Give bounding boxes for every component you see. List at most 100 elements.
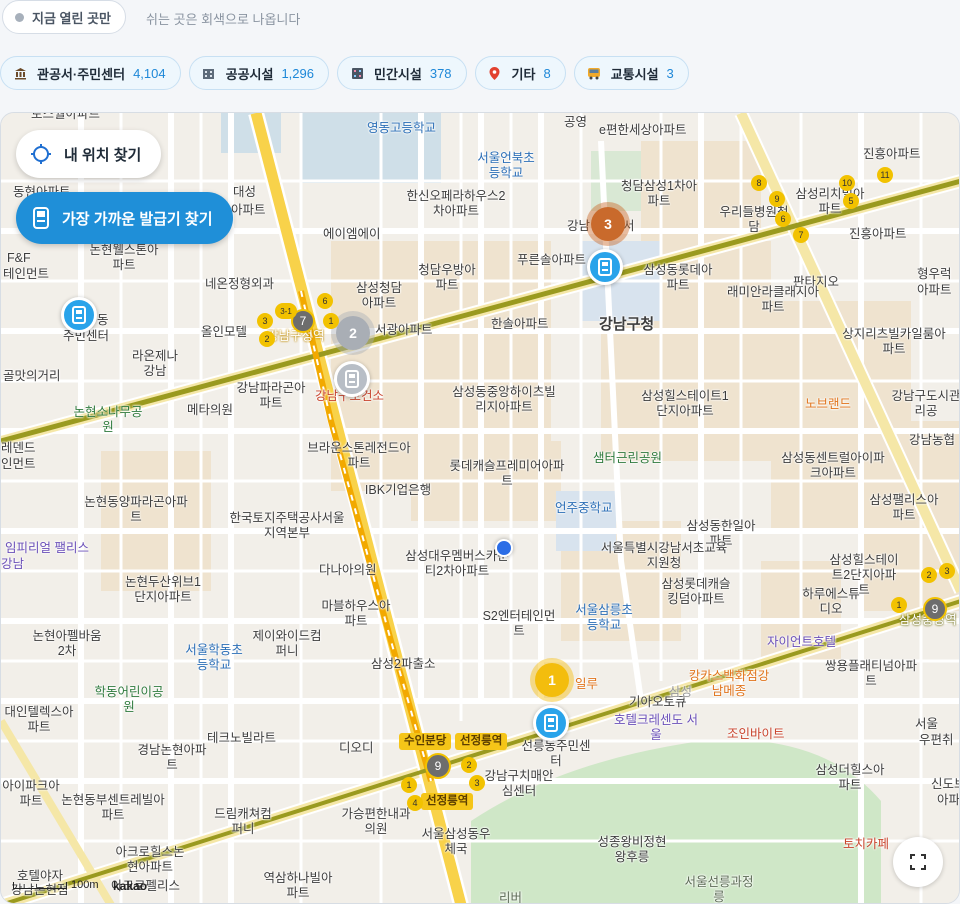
open-now-toggle[interactable]: 지금 열린 곳만 (2, 0, 126, 34)
subway-line-badge: 3 (939, 563, 955, 579)
chip-count: 1,296 (281, 65, 314, 81)
map-label: 서울특별시강남서초교육지원청 (600, 541, 728, 570)
map-label: F&F (7, 251, 31, 265)
subway-line-badge: 11 (877, 167, 893, 183)
map-label: 강남농협 (909, 433, 956, 447)
map-label: 골맛의거리 (3, 369, 61, 383)
map-label: 샘터근린공원 (593, 451, 663, 465)
map-label: 청담우방아파트 (418, 263, 476, 292)
subway-line-badge: 9 (923, 597, 947, 621)
map-label: 레덴드 (1, 441, 36, 455)
chip-count: 4,104 (133, 65, 166, 81)
map-label: 강남 (567, 219, 591, 233)
map-label: 한신오페라하우스2차아파트 (406, 189, 506, 218)
subway-line-badge: 1 (323, 313, 339, 329)
my-location-button[interactable]: 내 위치 찾기 (16, 130, 162, 178)
map-label: 신도브 (931, 777, 959, 791)
map-label: 삼성더힐스아파트 (815, 763, 885, 792)
chip-label: 관공서·주민센터 (37, 66, 126, 82)
cluster-marker[interactable]: 3 (591, 207, 625, 241)
map-label: 선릉동주민센터 (521, 739, 591, 768)
scale-bar (13, 881, 67, 889)
map-label: 아이파크아파트 (2, 779, 60, 808)
map-label: 삼성대우멤버스카운티2차아파트 (405, 549, 509, 578)
map-label: 공영 (564, 115, 588, 129)
chip-other[interactable]: 기타 8 (474, 56, 566, 90)
map-label: 쌍용플래티넘아파트 (824, 659, 917, 688)
map-label: 인먼트 (1, 457, 36, 471)
open-now-label: 지금 열린 곳만 (32, 10, 111, 26)
map-label: 서울선릉과정릉 (684, 875, 754, 904)
map-label: 임피리얼 팰리스 (5, 541, 89, 555)
map-label: 삼성동중앙하이츠빌리지아파트 (452, 385, 556, 414)
map-label: 서울삼성동우체국 (421, 827, 491, 856)
map-label: 테인먼트 (3, 267, 50, 281)
map-label: 서울 (915, 717, 939, 731)
map-label: 언주중학교 (555, 501, 613, 515)
map-label: 다나아의원 (319, 563, 377, 577)
category-chips: 관공서·주민센터 4,104 공공시설 1,296 민간시설 378 기타 8 … (0, 56, 697, 92)
map-label: 삼성롯데캐슬킹덤아파트 (661, 577, 731, 606)
map-label: 논현두산위브1단지아파트 (125, 575, 201, 604)
map-label: IBK기업은행 (364, 483, 432, 497)
subway-line-badge: 2 (921, 567, 937, 583)
fullscreen-button[interactable] (893, 837, 943, 887)
map-label: 서울삼릉초등학교 (575, 603, 633, 632)
cluster-marker[interactable]: 2 (336, 316, 370, 350)
kiosk-marker[interactable] (61, 297, 97, 333)
subway-line-badge: 5 (843, 193, 859, 209)
map-label: 강남구도시관리공 (891, 389, 960, 418)
map-label: 삼성힐스테이트1단지아파트 (641, 389, 729, 418)
map-label: 경남논현아파트 (137, 743, 207, 772)
map-label: 상지리츠빌카일룸아파트 (842, 327, 946, 356)
subway-line-badge: 7 (793, 227, 809, 243)
map-label: 형우럭 (917, 267, 952, 281)
map-label: 디오디 (339, 741, 374, 755)
subway-line-badge: 3 (257, 313, 273, 329)
chip-count: 8 (543, 65, 551, 81)
map-label: 한국토지주택공사서울지역본부 (229, 511, 345, 540)
map-label: 삼성동롯데아파트 (643, 263, 713, 292)
map-label: 리버 (499, 891, 523, 904)
map-label: 조인바이트 (727, 727, 785, 741)
kiosk-marker[interactable] (533, 705, 569, 741)
chip-government[interactable]: 관공서·주민센터 4,104 (0, 56, 181, 90)
kiosk-marker-closed[interactable] (334, 361, 370, 397)
chip-transport[interactable]: 교통시설 3 (573, 56, 689, 90)
cluster-marker[interactable]: 1 (535, 663, 569, 697)
map-label: 캉카스백화점강남메종 (688, 669, 770, 698)
map-label: 테크노빌라트 (207, 731, 277, 745)
chip-private-facility[interactable]: 민간시설 378 (337, 56, 467, 90)
map-label: 아파트 (231, 203, 266, 217)
kiosk-icon (72, 306, 86, 324)
map-label: 강남 (1, 557, 25, 571)
map-label: 대성 (233, 185, 257, 199)
map-label: 서울언북초등학교 (477, 151, 535, 180)
map-label: S2엔터테인먼트 (482, 609, 556, 638)
map-label: 가승편한내과의원 (341, 807, 411, 836)
map-label: 네온정형외과 (205, 277, 275, 291)
station-tag: 선정릉역 (421, 793, 474, 810)
subway-line-badge: 6 (317, 293, 333, 309)
map-label: 롯데캐슬프레미어아파트 (449, 459, 565, 488)
map-label: 동 (97, 313, 109, 327)
nearest-kiosk-button[interactable]: 가장 가까운 발급기 찾기 (16, 192, 233, 244)
map-label: 에이엠에이 (323, 227, 381, 241)
map-label: 푸른솔아파트 (517, 253, 587, 267)
map-label: 래미안라클래시아파트 (726, 285, 819, 314)
map-label: 삼성 (669, 685, 693, 699)
map-label: 드림캐쳐컴퍼니 (214, 807, 272, 836)
chip-label: 기타 (511, 66, 536, 82)
map-label: 논현아펠바움2차 (32, 629, 102, 658)
closed-hint: 쉬는 곳은 회색으로 나옵니다 (146, 12, 301, 27)
map-label: 삼성동센트럴아이파크아파트 (781, 451, 885, 480)
map-label: 삼성청담아파트 (355, 281, 402, 310)
kiosk-marker[interactable] (587, 249, 623, 285)
map-scale: 100m (13, 879, 99, 891)
chip-public-facility[interactable]: 공공시설 1,296 (188, 56, 329, 90)
subway-line-badge: 9 (769, 191, 785, 207)
public-facility-icon (202, 66, 216, 80)
pin-icon (488, 66, 502, 80)
map-label: 아파트 (937, 793, 960, 807)
subway-line-badge: 10 (839, 175, 855, 191)
